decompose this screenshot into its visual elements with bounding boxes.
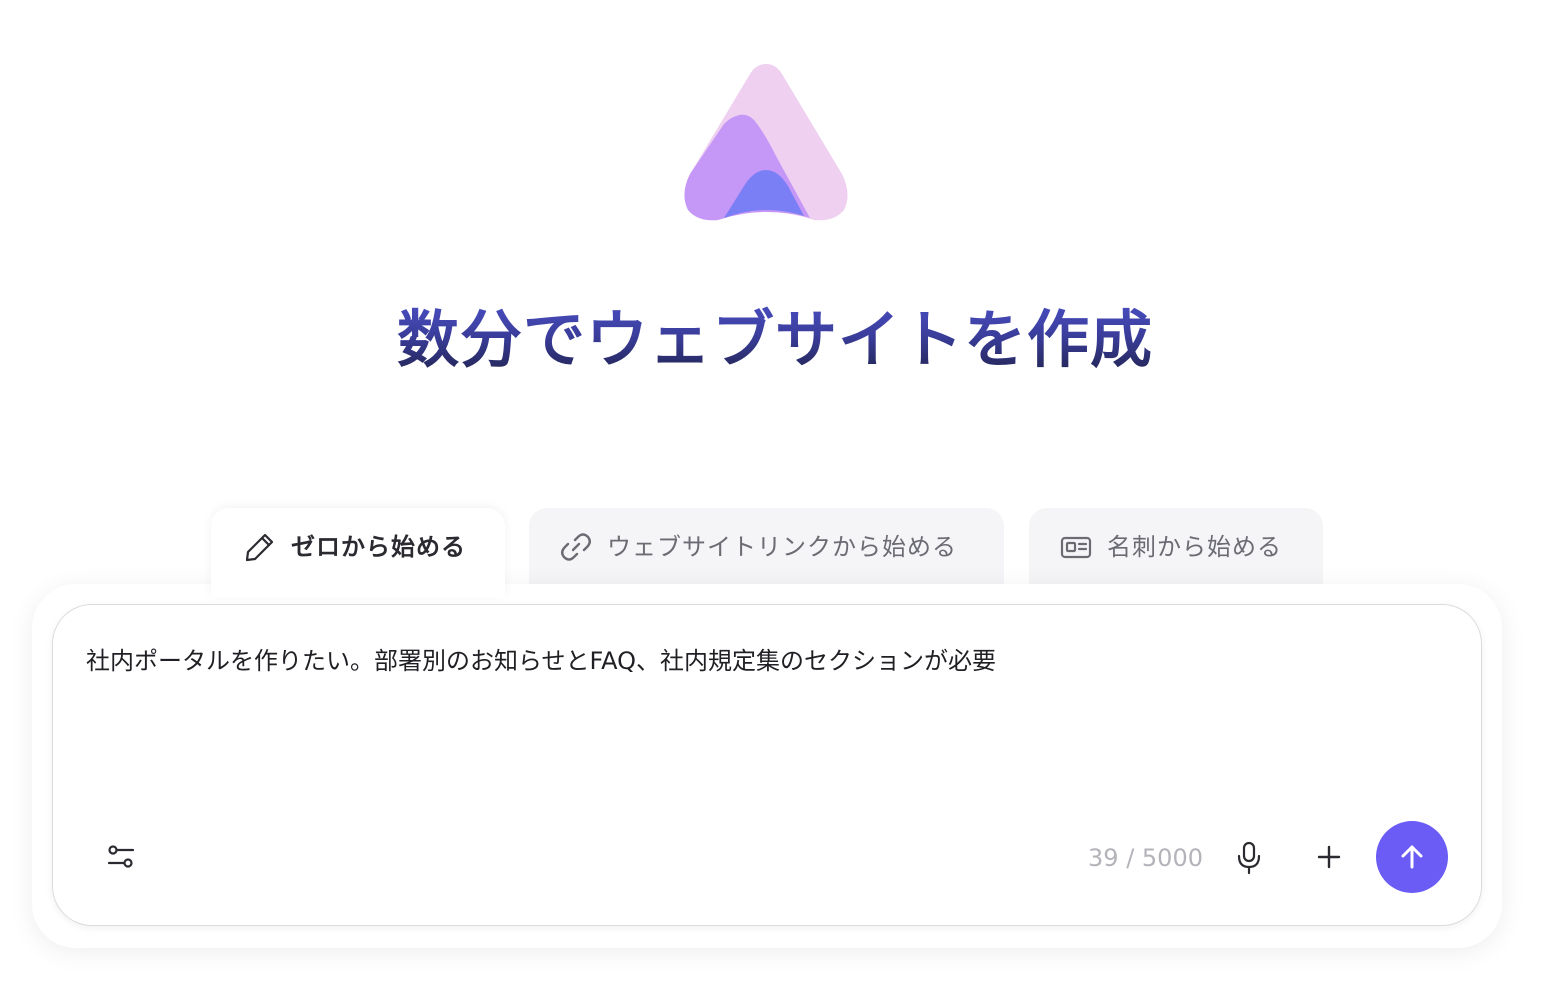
voice-input-button[interactable] bbox=[1229, 837, 1269, 877]
pencil-icon bbox=[243, 530, 277, 564]
brand-logo bbox=[680, 62, 852, 222]
tab-label: ウェブサイトリンクから始める bbox=[607, 533, 957, 561]
arrow-up-icon bbox=[1397, 842, 1427, 872]
link-icon bbox=[559, 530, 593, 564]
sliders-icon bbox=[101, 837, 141, 877]
tab-label: 名刺から始める bbox=[1107, 533, 1282, 561]
prompt-composer: 社内ポータルを作りたい。部署別のお知らせとFAQ、社内規定集のセクションが必要 … bbox=[32, 584, 1502, 948]
microphone-icon bbox=[1229, 837, 1269, 877]
page: 数分でウェブサイトを作成 ゼロから始める ウェブサイトリンクから始める 名刺から… bbox=[0, 0, 1550, 996]
settings-button[interactable] bbox=[101, 837, 141, 877]
page-title: 数分でウェブサイトを作成 bbox=[0, 300, 1550, 380]
attach-button[interactable] bbox=[1309, 837, 1349, 877]
tab-label: ゼロから始める bbox=[291, 533, 466, 561]
character-counter: 39 / 5000 bbox=[1088, 844, 1203, 872]
tab-start-from-scratch[interactable]: ゼロから始める bbox=[211, 508, 505, 598]
prompt-input[interactable]: 社内ポータルを作りたい。部署別のお知らせとFAQ、社内規定集のセクションが必要 bbox=[86, 643, 1446, 679]
send-button[interactable] bbox=[1376, 821, 1448, 893]
plus-icon bbox=[1309, 837, 1349, 877]
prompt-box[interactable]: 社内ポータルを作りたい。部署別のお知らせとFAQ、社内規定集のセクションが必要 … bbox=[52, 604, 1482, 926]
id-card-icon bbox=[1059, 530, 1093, 564]
